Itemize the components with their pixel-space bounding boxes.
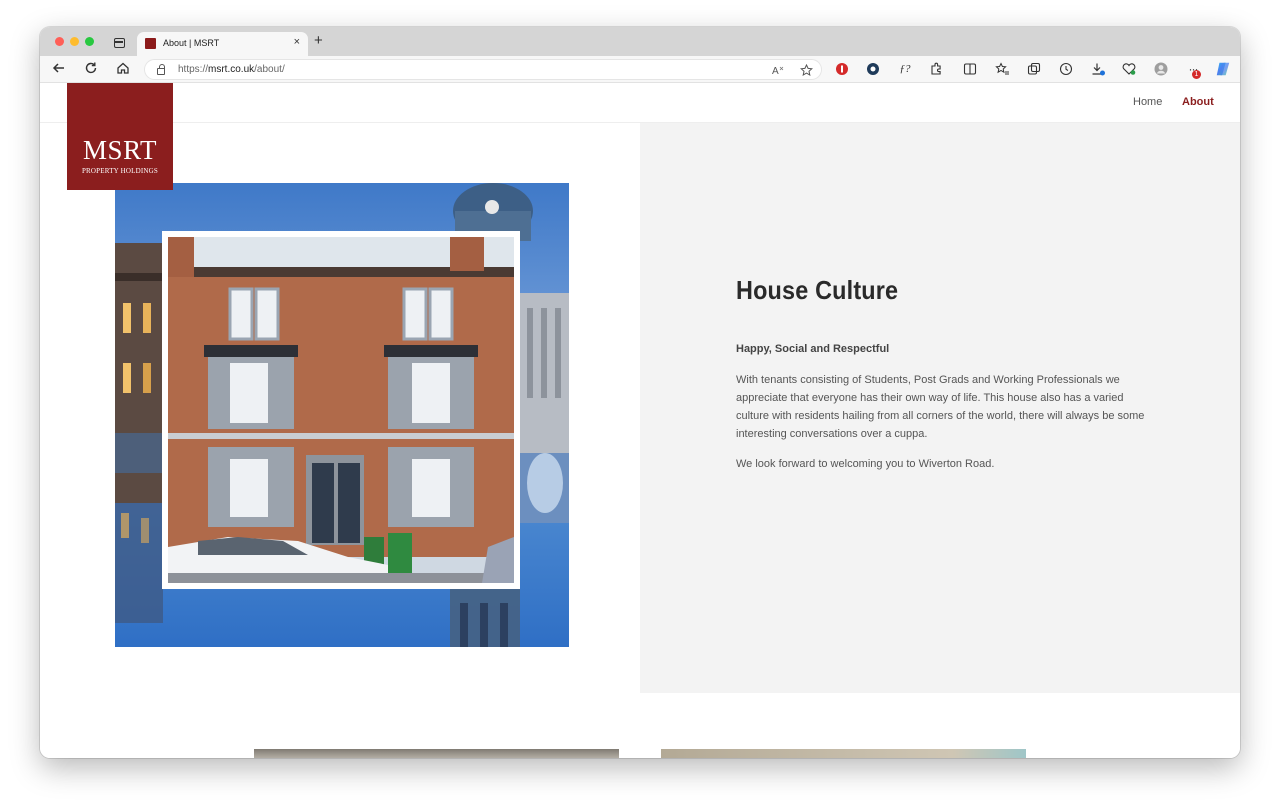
svg-text:A: A [772,66,779,76]
split-screen-icon[interactable] [962,62,978,76]
description-paragraph: With tenants consisting of Students, Pos… [736,374,1145,440]
favorite-star-icon[interactable] [800,64,813,77]
reload-icon[interactable] [84,61,98,75]
favorites-icon[interactable] [994,62,1010,76]
section-heading: House Culture [736,275,899,305]
closing-paragraph: We look forward to welcoming you to Wive… [736,458,995,470]
web-page: Home About MSRT PROPERTY HOLDINGS House … [40,83,1240,758]
notification-badge: 1 [1192,70,1201,79]
tab-close-icon[interactable]: × [294,36,300,48]
home-icon[interactable] [116,61,130,75]
read-aloud-icon[interactable]: A [772,64,785,76]
minimize-window-button[interactable] [70,37,79,46]
history-icon[interactable] [1058,62,1074,76]
site-logo[interactable]: MSRT PROPERTY HOLDINGS [67,83,173,190]
logo-tagline: PROPERTY HOLDINGS [81,167,159,175]
tab-strip: About | MSRT × + [40,27,1240,56]
profile-avatar-icon[interactable] [1153,62,1169,76]
section-subheading: Happy, Social and Respectful [736,343,890,355]
gallery-thumbnail [254,749,619,758]
gallery-thumbnail [661,749,1026,758]
house-culture-section: House Culture Happy, Social and Respectf… [640,123,1240,693]
logo-wordmark: MSRT [83,135,157,165]
house-collage-image [115,183,569,647]
tab-title: About | MSRT [163,38,220,48]
health-heart-icon[interactable] [1121,62,1137,76]
lock-icon[interactable] [157,64,165,75]
url-text[interactable]: https://msrt.co.uk/about/ [178,64,285,75]
nav-about-link[interactable]: About [1182,96,1214,108]
browser-window: About | MSRT × + https://msrt.co.uk/abou… [40,27,1240,758]
password-extension-icon[interactable] [865,62,881,76]
tab-about[interactable]: About | MSRT × [137,32,308,56]
site-header: Home About [40,83,1240,123]
house-photo-frame [162,231,520,589]
nav-home-link[interactable]: Home [1133,96,1162,108]
downloads-icon[interactable] [1090,62,1106,76]
extensions-puzzle-icon[interactable] [928,62,944,76]
house-photo [168,237,514,583]
browser-toolbar: https://msrt.co.uk/about/ A ƒ? ··· 1 [40,56,1240,83]
adblock-extension-icon[interactable] [834,62,850,76]
copilot-icon[interactable] [1215,60,1231,78]
new-tab-icon[interactable]: + [314,32,323,49]
address-bar[interactable]: https://msrt.co.uk/about/ A [144,59,822,80]
collections-icon[interactable] [1026,62,1042,76]
formula-extension-icon[interactable]: ƒ? [897,62,913,76]
close-window-button[interactable] [55,37,64,46]
back-icon[interactable] [52,61,66,75]
tab-actions-icon[interactable] [114,38,125,48]
maximize-window-button[interactable] [85,37,94,46]
site-favicon-icon [145,38,156,49]
